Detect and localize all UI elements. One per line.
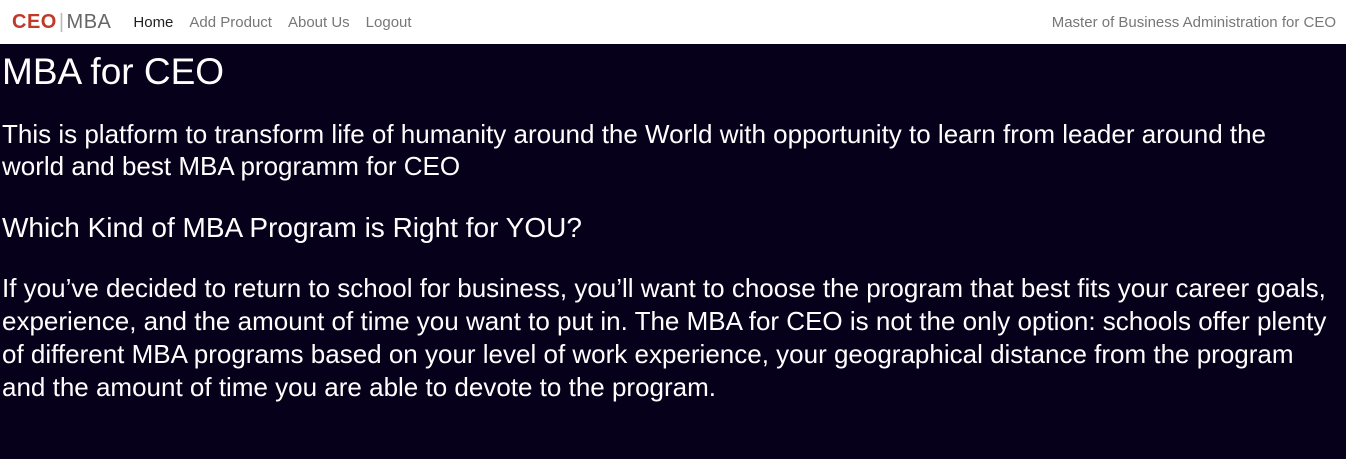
hero-section: MBA for CEO This is platform to transfor… bbox=[0, 44, 1346, 459]
brand-logo[interactable]: CEO | MBA bbox=[12, 11, 111, 34]
navbar: CEO | MBA Home Add Product About Us Logo… bbox=[0, 0, 1346, 44]
brand-logo-mba: MBA bbox=[66, 10, 112, 33]
nav-links: Home Add Product About Us Logout bbox=[133, 14, 411, 31]
nav-link-logout[interactable]: Logout bbox=[366, 14, 412, 31]
section-description: If you’ve decided to return to school fo… bbox=[2, 273, 1327, 402]
hero-tagline: This is platform to transform life of hu… bbox=[2, 119, 1267, 181]
page-title: MBA for CEO bbox=[2, 51, 225, 92]
nav-link-add-product[interactable]: Add Product bbox=[189, 14, 272, 31]
brand-logo-ceo: CEO bbox=[12, 10, 57, 33]
navbar-site-description: Master of Business Administration for CE… bbox=[1051, 13, 1336, 31]
section-heading: Which Kind of MBA Program is Right for Y… bbox=[2, 212, 582, 243]
brand-logo-separator: | bbox=[58, 10, 65, 33]
nav-link-home[interactable]: Home bbox=[133, 14, 173, 31]
nav-link-about-us[interactable]: About Us bbox=[288, 14, 350, 31]
